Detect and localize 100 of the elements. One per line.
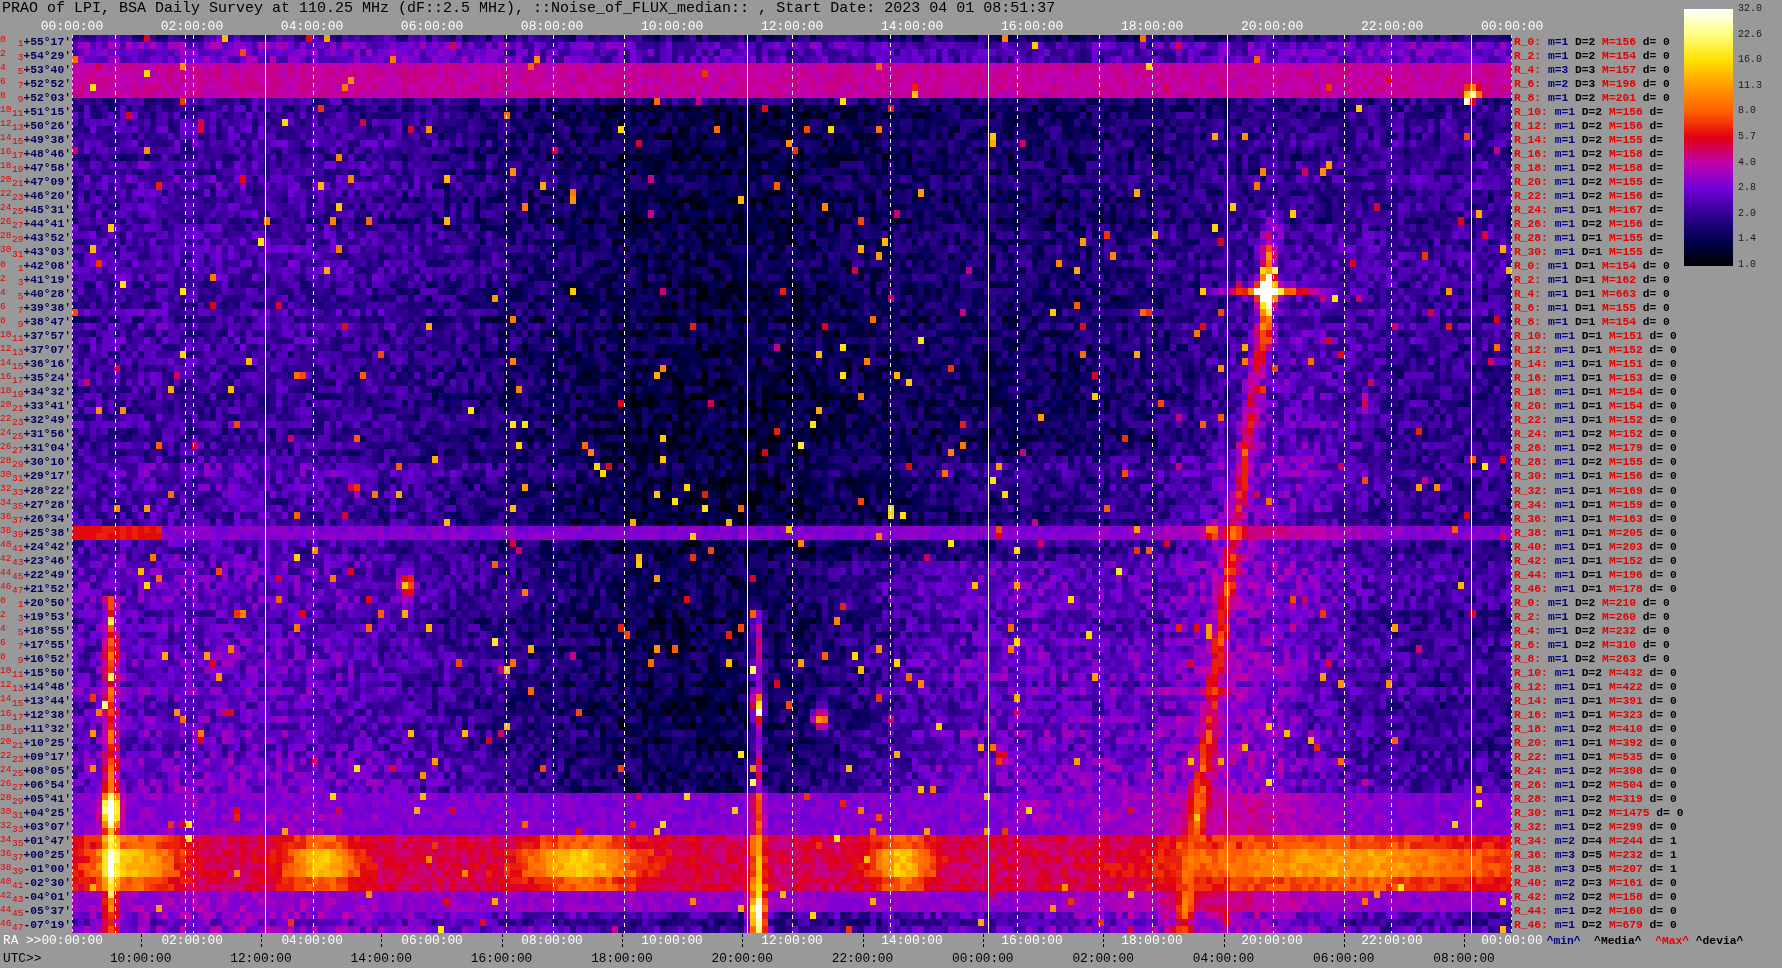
beam-stats: R_32: m=1 D=1 M=169 d= 0 [1514, 484, 1677, 498]
ra-axis-label: 18:00:00 [1121, 934, 1183, 948]
beam-stats: R_44: m=1 D=2 M=160 d= 0 [1514, 905, 1677, 919]
colorbar-tick-label: 2.8 [1738, 182, 1757, 195]
beam-stats: R_14: m=1 D=1 M=391 d= 0 [1514, 695, 1677, 708]
beam-stats: R_22: m=1 D=2 M=156 d= [1514, 189, 1664, 203]
beam-number: 24 [0, 203, 12, 214]
beam-number: 33 [12, 824, 24, 835]
ra-axis-label: 14:00:00 [881, 934, 943, 948]
beam-stats: R_12: m=1 D=1 M=422 d= 0 [1514, 680, 1677, 694]
declination-label: +11°32′ [23, 723, 71, 737]
beam-stats: R_18: m=1 D=2 M=158 d= [1514, 161, 1664, 175]
beam-stats: R_34: m=1 D=1 M=159 d= 0 [1514, 498, 1677, 512]
beam-stats: R_36: m=3 D=5 M=232 d= 1 [1514, 849, 1677, 863]
beam-stats: R_0: m=1 D=1 M=154 d= 0 [1514, 260, 1670, 273]
axis-tick [261, 934, 262, 950]
beam-number: 42 [0, 554, 12, 565]
beam-number: 45 [12, 908, 24, 919]
beam-number: 41 [12, 544, 24, 555]
utc-axis-label: 20:00:00 [711, 951, 773, 966]
declination-label: +45°31′ [23, 203, 71, 217]
utc-axis-label: 04:00:00 [1192, 951, 1255, 966]
beam-number: 10 [0, 329, 12, 340]
beam-number: 4 [0, 624, 6, 635]
time-axis-label: 00:00:00 [40, 18, 104, 34]
beam-stats: R_24: m=1 D=2 M=152 d= 0 [1514, 428, 1677, 442]
beam-stats: R_36: m=1 D=1 M=163 d= 0 [1514, 512, 1677, 526]
beam-number: 46 [0, 918, 12, 929]
beam-number: 0 [0, 596, 6, 607]
beam-stats: R_20: m=1 D=1 M=392 d= 0 [1514, 737, 1677, 751]
beam-number: 47 [12, 586, 24, 597]
beam-number: 30 [0, 806, 12, 817]
axis-tick [622, 934, 623, 950]
beam-number: 2 [0, 610, 6, 621]
ra-axis-label: 16:00:00 [1001, 934, 1063, 948]
declination-label: -04°01′ [23, 891, 71, 905]
utc-axis-label: 12:00:00 [230, 951, 292, 966]
beam-number: 41 [12, 880, 24, 891]
declination-label: +15°50′ [23, 666, 71, 680]
declination-label: +20°50′ [23, 596, 71, 610]
beam-number: 22 [0, 413, 12, 424]
beam-number: 35 [12, 838, 24, 849]
beam-number: 7 [17, 642, 24, 653]
beam-number: 0 [0, 35, 6, 45]
beam-number: 39 [12, 530, 24, 541]
time-axis-label: 08:00:00 [520, 18, 584, 34]
beam-number: 22 [0, 189, 12, 200]
beam-stats: R_12: m=1 D=1 M=152 d= 0 [1514, 344, 1677, 358]
beam-number: 1 [17, 600, 24, 611]
declination-label: +49°38′ [23, 133, 71, 147]
beam-stats: R_10: m=1 D=2 M=432 d= 0 [1514, 666, 1677, 680]
beam-stats: R_20: m=1 D=1 M=154 d= 0 [1514, 400, 1677, 414]
beam-number: 6 [0, 638, 6, 649]
utc-axis-label: 00:00:00 [952, 951, 1014, 966]
ra-axis-label: 00:00:00 [41, 934, 103, 948]
beam-stats: R_42: m=1 D=1 M=152 d= 0 [1514, 554, 1677, 568]
beam-number: 42 [0, 890, 12, 901]
beam-number: 10 [0, 105, 12, 116]
beam-stats: R_28: m=1 D=2 M=155 d= 0 [1514, 456, 1677, 470]
beam-number: 11 [12, 670, 24, 681]
declination-label: +52°52′ [23, 77, 71, 91]
time-axis-label: 16:00:00 [1000, 18, 1064, 34]
declination-label: +16°52′ [23, 652, 71, 666]
beam-stats: R_20: m=1 D=2 M=155 d= [1514, 175, 1664, 189]
colorbar-tick-label: 8.0 [1738, 105, 1757, 118]
beam-stats: R_26: m=1 D=2 M=504 d= 0 [1514, 779, 1677, 793]
declination-label: +32°49′ [23, 414, 71, 428]
beam-number: 6 [0, 77, 6, 88]
beam-number: 18 [0, 161, 12, 172]
declination-label: +46°20′ [23, 189, 71, 203]
beam-number: 6 [0, 301, 6, 312]
declination-label: +25°38′ [23, 526, 71, 540]
beam-stats: R_28: m=1 D=2 M=319 d= 0 [1514, 793, 1677, 807]
utc-axis-label: 06:00:00 [1313, 951, 1375, 966]
beam-number: 17 [12, 712, 24, 723]
beam-number: 20 [0, 175, 12, 186]
declination-label: +53°40′ [23, 63, 71, 77]
declination-label: +43°03′ [23, 246, 71, 259]
beam-number: 13 [12, 347, 24, 358]
beam-number: 13 [12, 684, 24, 695]
time-axis-label: 18:00:00 [1120, 18, 1184, 34]
declination-label: +41°19′ [23, 274, 71, 288]
time-axis-label: 14:00:00 [880, 18, 944, 34]
beam-number: 32 [0, 820, 12, 831]
declination-label: +39°38′ [23, 302, 71, 316]
ra-axis-label: 04:00:00 [281, 934, 343, 948]
beam-stats: R_6: m=2 D=3 M=198 d= 0 [1514, 77, 1670, 91]
beam-number: 22 [0, 750, 12, 761]
colorbar-tick-label: 4.0 [1738, 156, 1757, 169]
beam-stats: R_6: m=1 D=2 M=310 d= 0 [1514, 638, 1670, 652]
beam-number: 8 [0, 315, 6, 326]
ra-axis-label: 22:00:00 [1361, 934, 1423, 948]
beam-number: 17 [12, 375, 24, 386]
beam-number: 14 [0, 357, 12, 368]
axis-tick [1103, 934, 1104, 950]
declination-label: +30°10′ [23, 456, 71, 470]
declination-label: +19°53′ [23, 610, 71, 624]
beam-number: 43 [12, 558, 24, 569]
beam-number: 36 [0, 512, 12, 523]
beam-number: 31 [12, 249, 24, 260]
